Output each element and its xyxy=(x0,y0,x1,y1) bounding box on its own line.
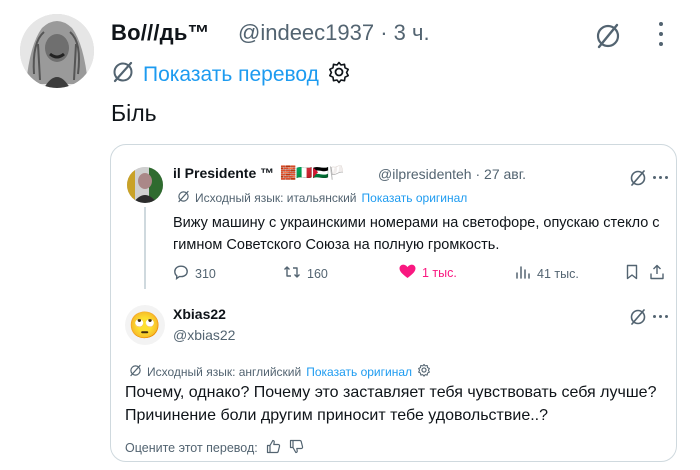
thread-line xyxy=(144,207,146,289)
show-original-link[interactable]: Показать оригинал xyxy=(306,365,412,379)
show-translation-row[interactable]: Показать перевод xyxy=(111,61,351,89)
quote-author-avatar[interactable] xyxy=(127,167,163,203)
reply-author-name[interactable]: Xbias22 xyxy=(173,306,226,322)
quote-source-language: Исходный язык: итальянский Показать ориг… xyxy=(177,190,467,206)
quote-text: Вижу машину с украинскими номерами на св… xyxy=(173,215,660,253)
post-text: Біль xyxy=(111,100,157,126)
show-original-link[interactable]: Показать оригинал xyxy=(362,191,468,205)
show-translation-link[interactable]: Показать перевод xyxy=(143,63,319,87)
reply-icon xyxy=(173,264,189,283)
reply-action[interactable]: 310 xyxy=(173,264,216,283)
author-avatar[interactable] xyxy=(20,14,94,88)
more-vertical-icon[interactable] xyxy=(656,22,666,46)
like-count: 1 тыс. xyxy=(422,266,457,280)
gear-icon[interactable] xyxy=(417,363,431,380)
quoted-thread-card[interactable]: il Presidente ™ 🧱🇮🇹🇵🇸🏳️ @ilpresidenteh ·… xyxy=(110,144,677,462)
heart-icon xyxy=(399,264,416,282)
more-horizontal-icon[interactable] xyxy=(653,315,668,318)
gear-icon[interactable] xyxy=(327,60,351,90)
rate-translation-label: Оцените этот перевод: xyxy=(125,441,258,455)
quote-handle-date[interactable]: @ilpresidenteh · 27 авг. xyxy=(378,166,526,182)
repost-icon xyxy=(283,264,301,283)
repost-action[interactable]: 160 xyxy=(283,264,328,283)
grok-icon[interactable] xyxy=(594,22,622,55)
bookmark-icon xyxy=(625,264,639,283)
quote-actions-bar: 310 160 1 тыс. 41 тыс. xyxy=(173,264,665,284)
thumbs-down-icon[interactable] xyxy=(289,439,304,457)
grok-icon[interactable] xyxy=(629,308,647,331)
author-name[interactable]: Во///дь™ xyxy=(111,20,210,46)
views-count: 41 тыс. xyxy=(537,266,579,281)
author-handle-time[interactable]: @indeec1937 · 3 ч. xyxy=(238,20,430,46)
quote-author-name[interactable]: il Presidente ™ xyxy=(173,165,274,181)
quote-author-row[interactable]: il Presidente ™ 🧱🇮🇹🇵🇸🏳️ xyxy=(173,165,345,181)
views-action[interactable]: 41 тыс. xyxy=(515,264,579,283)
source-language-label: Исходный язык: английский xyxy=(147,364,302,379)
quote-author-flags: 🧱🇮🇹🇵🇸🏳️ xyxy=(280,165,345,180)
face-rolling-eyes-icon: 🙄 xyxy=(128,310,162,340)
reply-author-avatar[interactable]: 🙄 xyxy=(125,305,165,345)
repost-count: 160 xyxy=(307,266,328,281)
rate-translation-row: Оцените этот перевод: xyxy=(125,439,304,457)
reply-source-language: Исходный язык: английский Показать ориги… xyxy=(129,363,431,380)
reply-count: 310 xyxy=(195,266,216,281)
grok-icon xyxy=(177,190,190,206)
grok-icon xyxy=(129,364,142,380)
like-action[interactable]: 1 тыс. xyxy=(399,264,457,282)
grok-icon xyxy=(111,60,135,90)
grok-icon[interactable] xyxy=(629,169,647,192)
bookmark-action[interactable] xyxy=(625,264,639,283)
source-language-label: Исходный язык: итальянский xyxy=(195,191,357,205)
share-icon xyxy=(649,264,665,283)
thumbs-up-icon[interactable] xyxy=(266,439,281,457)
views-chart-icon xyxy=(515,264,531,283)
share-action[interactable] xyxy=(649,264,665,283)
more-horizontal-icon[interactable] xyxy=(653,176,668,179)
reply-author-handle[interactable]: @xbias22 xyxy=(173,327,235,343)
reply-text: Почему, однако? Почему это заставляет те… xyxy=(125,384,657,424)
